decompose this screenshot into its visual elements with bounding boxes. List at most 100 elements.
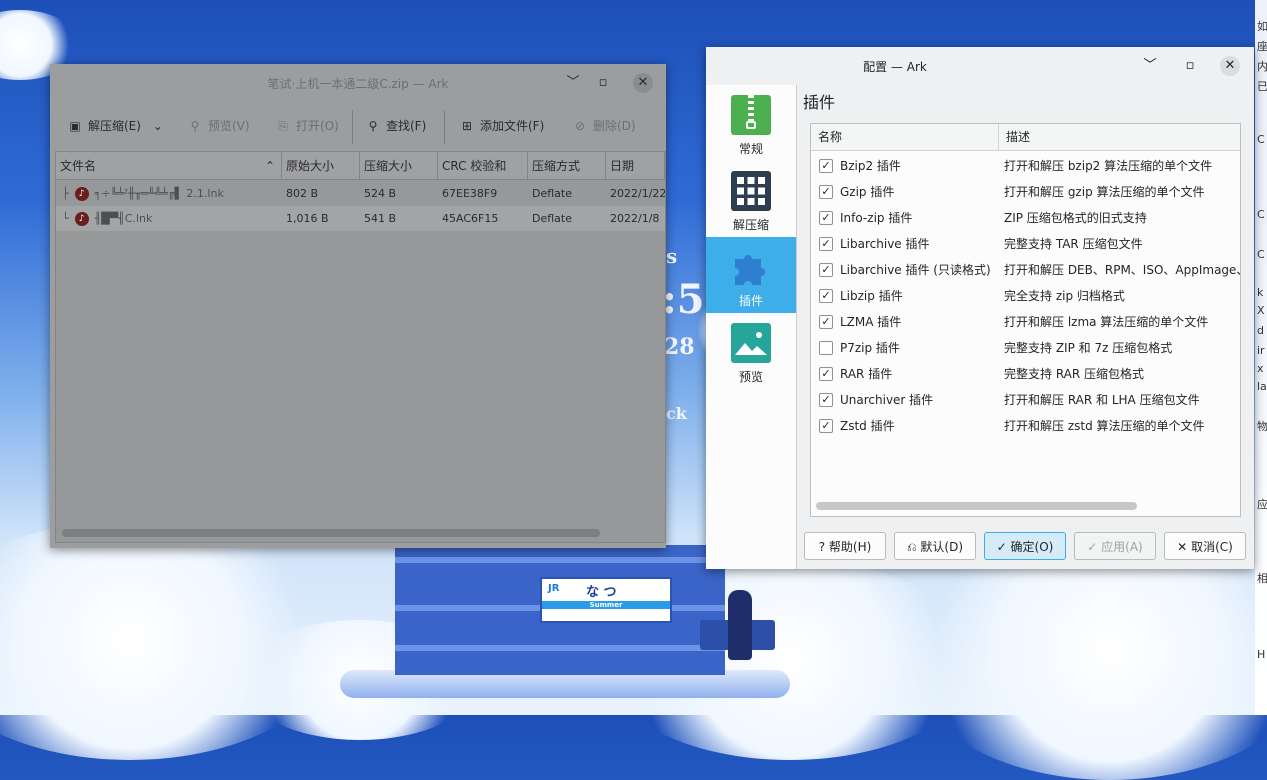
help-button[interactable]: ? 帮助(H) <box>804 532 886 560</box>
file-date: 2022/1/22 <box>610 187 665 200</box>
sidebar-item-general[interactable]: 常规 <box>706 85 796 161</box>
plugin-checkbox[interactable]: ✓ <box>819 237 833 251</box>
restore-defaults-icon: ⎌ <box>906 540 917 554</box>
sidebar-item-preview[interactable]: 预览 <box>706 313 796 389</box>
extract-icon: ▣ <box>69 119 81 133</box>
plugin-list: 名称 描述 ✓ Bzip2 插件 打开和解压 bzip2 算法压缩的单个文件 ✓… <box>810 123 1241 517</box>
plugin-description: 完整支持 ZIP 和 7z 压缩包格式 <box>1004 341 1173 355</box>
close-button[interactable]: ✕ <box>1220 56 1240 76</box>
sort-ascending-icon: ⌃ <box>264 159 275 173</box>
plugin-name: Gzip 插件 <box>840 185 895 199</box>
find-button[interactable]: ⚲ 查找(F) <box>366 116 427 136</box>
open-icon: ⎘ <box>278 119 288 133</box>
horizontal-scrollbar[interactable] <box>816 502 1137 510</box>
cancel-button[interactable]: ✕ 取消(C) <box>1164 532 1246 560</box>
ok-button[interactable]: ✓ 确定(O) <box>984 532 1066 560</box>
plugin-row[interactable]: ✓ RAR 插件 完整支持 RAR 压缩包格式 <box>811 361 1240 387</box>
file-compressed-size: 541 B <box>364 212 397 225</box>
maximize-button[interactable]: ▫ <box>1180 56 1200 76</box>
clock-fragment-1: s <box>666 244 678 268</box>
clock-fragment-4: ck <box>666 404 687 423</box>
plugin-checkbox[interactable] <box>819 341 833 355</box>
plugin-description: 打开和解压 zstd 算法压缩的单个文件 <box>1004 419 1205 433</box>
config-sidebar: 常规 解压缩 插件 预览 <box>706 85 797 569</box>
column-header-crc[interactable]: CRC 校验和 <box>438 152 528 180</box>
clock-fragment-3: 28 <box>664 334 695 360</box>
delete-button[interactable]: ⊘ 删除(D) <box>573 116 636 136</box>
desktop-widget-strip: 如 座 内 已 C C C k X d ir x la 物 应 相 H <box>1255 0 1267 715</box>
column-header-date[interactable]: 日期 <box>606 152 665 180</box>
toolbar-separator <box>352 110 353 144</box>
column-header-plugin-name[interactable]: 名称 <box>811 124 999 151</box>
apply-button[interactable]: ✓ 应用(A) <box>1074 532 1156 560</box>
plugin-name: Libarchive 插件 (只读格式) <box>840 263 991 277</box>
file-crc: 45AC6F15 <box>442 212 499 225</box>
extract-button[interactable]: ▣ 解压缩(E) ⌄ <box>68 116 163 136</box>
plugin-description: 完整支持 RAR 压缩包格式 <box>1004 367 1145 381</box>
table-row[interactable]: └ ♪ ╢█▀╢C.lnk 1,016 B 541 B 45AC6F15 Defla… <box>56 206 665 231</box>
plugin-row[interactable]: ✓ Libarchive 插件 完整支持 TAR 压缩包文件 <box>811 231 1240 257</box>
minimize-button[interactable]: ﹀ <box>1140 56 1160 76</box>
plugin-name: Libarchive 插件 <box>840 237 930 251</box>
sidebar-item-extraction[interactable]: 解压缩 <box>706 161 796 237</box>
toolbar-separator <box>444 110 445 144</box>
plugin-checkbox[interactable]: ✓ <box>819 419 833 433</box>
plugin-name: RAR 插件 <box>840 367 893 381</box>
column-header-name[interactable]: 文件名 ⌃ <box>56 152 282 180</box>
ark-titlebar[interactable]: 笔试·上机一本通二级C.zip — Ark ﹀ ▫ ✕ <box>50 64 666 102</box>
close-button[interactable]: ✕ <box>633 73 653 93</box>
grid-icon <box>731 171 771 211</box>
plugin-checkbox[interactable]: ✓ <box>819 211 833 225</box>
plugin-row[interactable]: ✓ Unarchiver 插件 打开和解压 RAR 和 LHA 压缩包文件 <box>811 387 1240 413</box>
add-file-button[interactable]: ⊞ 添加文件(F) <box>460 116 544 136</box>
puzzle-icon <box>731 247 771 287</box>
preview-button[interactable]: ⚲ 预览(V) <box>188 116 250 136</box>
plugin-row[interactable]: ✓ Gzip 插件 打开和解压 gzip 算法压缩的单个文件 <box>811 179 1240 205</box>
plugin-checkbox[interactable]: ✓ <box>819 185 833 199</box>
plugin-row[interactable]: ✓ Libzip 插件 完全支持 zip 归档格式 <box>811 283 1240 309</box>
girl-figure <box>728 590 752 660</box>
plugin-row[interactable]: ✓ Info-zip 插件 ZIP 压缩包格式的旧式支持 <box>811 205 1240 231</box>
file-size: 1,016 B <box>286 212 329 225</box>
plugin-checkbox[interactable]: ✓ <box>819 315 833 329</box>
plugin-description: 完全支持 zip 归档格式 <box>1004 289 1125 303</box>
plugin-row[interactable]: ✓ Bzip2 插件 打开和解压 bzip2 算法压缩的单个文件 <box>811 153 1240 179</box>
horizontal-scrollbar[interactable] <box>62 529 600 537</box>
plugin-description: 打开和解压 lzma 算法压缩的单个文件 <box>1004 315 1209 329</box>
image-icon <box>731 323 771 363</box>
file-date: 2022/1/8 <box>610 212 660 225</box>
archive-file-table: 文件名 ⌃ 原始大小 压缩大小 CRC 校验和 压缩方式 日期 ├ ♪ ╕÷╚╧²╫… <box>55 151 666 543</box>
plugin-description: 打开和解压 DEB、RPM、ISO、AppImage、XAR <box>1004 263 1240 277</box>
plugin-name: Info-zip 插件 <box>840 211 913 225</box>
search-icon: ⚲ <box>190 119 200 133</box>
config-titlebar[interactable]: 配置 — Ark ﹀ ▫ ✕ <box>706 47 1254 85</box>
defaults-button[interactable]: ⎌ 默认(D) <box>894 532 976 560</box>
plugin-checkbox[interactable]: ✓ <box>819 159 833 173</box>
plugin-checkbox[interactable]: ✓ <box>819 393 833 407</box>
plugin-checkbox[interactable]: ✓ <box>819 289 833 303</box>
plugin-name: P7zip 插件 <box>840 341 900 355</box>
sidebar-item-plugins[interactable]: 插件 <box>706 237 796 313</box>
column-header-method[interactable]: 压缩方式 <box>528 152 606 180</box>
column-header-compressed[interactable]: 压缩大小 <box>360 152 438 180</box>
maximize-button[interactable]: ▫ <box>593 73 613 93</box>
plugin-checkbox[interactable]: ✓ <box>819 263 833 277</box>
table-row[interactable]: ├ ♪ ╕÷╚╧²╫╥═╨╩╧╔▌ 2.1.lnk 802 B 524 B 67EE… <box>56 181 665 206</box>
chevron-down-icon[interactable]: ⌄ <box>153 119 163 133</box>
plugin-row[interactable]: ✓ Libarchive 插件 (只读格式) 打开和解压 DEB、RPM、ISO… <box>811 257 1240 283</box>
shortcut-file-icon: ♪ <box>74 187 89 201</box>
plugin-row[interactable]: ✓ Zstd 插件 打开和解压 zstd 算法压缩的单个文件 <box>811 413 1240 439</box>
plugin-row[interactable]: P7zip 插件 完整支持 ZIP 和 7z 压缩包格式 <box>811 335 1240 361</box>
plugin-description: ZIP 压缩包格式的旧式支持 <box>1004 211 1147 225</box>
plugin-name: Unarchiver 插件 <box>840 393 934 407</box>
ark-toolbar: ▣ 解压缩(E) ⌄ ⚲ 预览(V) ⎘ 打开(O) ⚲ 查找(F) ⊞ 添加文件(F) … <box>50 104 666 148</box>
open-button[interactable]: ⎘ 打开(O) <box>276 116 339 136</box>
column-header-size[interactable]: 原始大小 <box>282 152 360 180</box>
help-icon: ? <box>818 540 826 554</box>
delete-icon: ⊘ <box>574 119 586 133</box>
file-method: Deflate <box>532 187 572 200</box>
plugin-checkbox[interactable]: ✓ <box>819 367 833 381</box>
column-header-plugin-desc[interactable]: 描述 <box>999 124 1240 151</box>
minimize-button[interactable]: ﹀ <box>563 73 583 93</box>
plugin-row[interactable]: ✓ LZMA 插件 打开和解压 lzma 算法压缩的单个文件 <box>811 309 1240 335</box>
